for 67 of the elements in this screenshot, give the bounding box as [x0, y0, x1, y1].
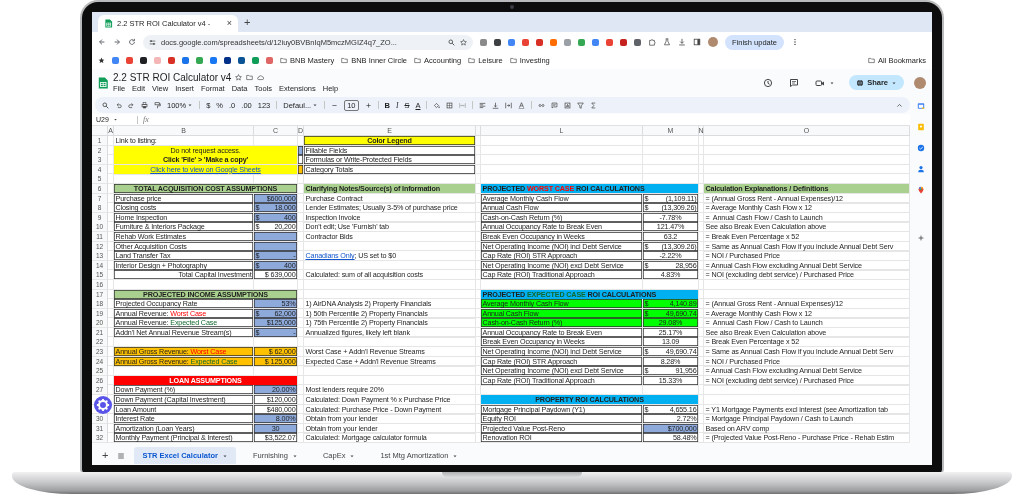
- filter-icon[interactable]: [577, 101, 585, 109]
- calendar-icon[interactable]: [917, 102, 925, 110]
- person-icon[interactable]: [917, 165, 925, 173]
- search-icon[interactable]: [102, 101, 109, 109]
- caret-icon[interactable]: [312, 102, 319, 108]
- reload-icon[interactable]: [128, 38, 136, 46]
- caret-icon[interactable]: [187, 102, 194, 108]
- chart-icon[interactable]: [564, 101, 572, 109]
- star-icon[interactable]: [235, 74, 243, 81]
- check-icon[interactable]: [917, 144, 925, 152]
- folder-icon[interactable]: [246, 74, 254, 81]
- caret-icon: [452, 452, 459, 459]
- undo-icon[interactable]: [115, 101, 122, 109]
- avatar[interactable]: [708, 37, 718, 47]
- puzzle-icon[interactable]: [648, 38, 656, 46]
- collapse-icon[interactable]: [896, 101, 903, 109]
- tune-icon[interactable]: [149, 38, 156, 46]
- download-icon[interactable]: [678, 38, 686, 46]
- side-panel-icon[interactable]: [693, 38, 701, 46]
- search-icon[interactable]: [448, 38, 455, 46]
- redo-icon[interactable]: [128, 101, 135, 109]
- webcam: [510, 5, 514, 9]
- back-icon[interactable]: [98, 38, 106, 46]
- folder-icon[interactable]: [509, 57, 517, 64]
- menu-icon[interactable]: [117, 451, 126, 460]
- cloud-icon[interactable]: [257, 74, 265, 81]
- caret-icon: [891, 79, 897, 86]
- fill-color-icon[interactable]: [433, 101, 441, 109]
- folder-icon[interactable]: [468, 57, 476, 64]
- video-icon[interactable]: [815, 77, 826, 88]
- text-rotation-icon[interactable]: [518, 101, 526, 109]
- paint-format-icon[interactable]: [154, 101, 161, 109]
- align-icon[interactable]: [479, 101, 487, 109]
- plus-icon[interactable]: [917, 234, 925, 242]
- borders-icon[interactable]: [446, 101, 454, 109]
- caret-icon[interactable]: [112, 117, 118, 122]
- folder-icon[interactable]: [414, 57, 422, 64]
- sigma-icon[interactable]: [590, 101, 598, 109]
- print-icon[interactable]: [141, 101, 148, 109]
- star-icon[interactable]: [98, 57, 105, 64]
- comment-icon[interactable]: [789, 77, 800, 88]
- caret-icon: [221, 452, 228, 459]
- caret-icon: [349, 452, 356, 459]
- folder-icon[interactable]: [868, 57, 876, 64]
- vertical-align-icon[interactable]: [492, 101, 500, 109]
- globe-icon: [856, 78, 865, 87]
- spreadsheet-icon: [104, 19, 113, 28]
- link-icon[interactable]: [538, 101, 546, 109]
- merge-icon[interactable]: [459, 101, 467, 109]
- formula-label: fx: [143, 115, 149, 124]
- caret-icon[interactable]: [829, 79, 836, 86]
- plus-icon[interactable]: [364, 101, 372, 109]
- avatar[interactable]: [914, 76, 926, 89]
- new-tab-button[interactable]: +: [244, 16, 251, 28]
- spreadsheet-icon[interactable]: [97, 75, 109, 90]
- document-title[interactable]: 2.2 STR ROI Calculator v4: [113, 72, 232, 83]
- folder-icon[interactable]: [280, 57, 287, 64]
- caret-icon: [291, 452, 298, 459]
- gear-icon[interactable]: [94, 396, 112, 414]
- star-icon[interactable]: [460, 38, 467, 46]
- add-sheet-button[interactable]: +: [102, 450, 109, 461]
- forward-icon[interactable]: [113, 38, 121, 46]
- map-pin-icon[interactable]: [917, 186, 925, 194]
- folder-icon[interactable]: [341, 57, 349, 64]
- flask-icon[interactable]: [663, 38, 671, 46]
- history-icon[interactable]: [763, 77, 774, 88]
- wrap-icon[interactable]: [505, 101, 513, 109]
